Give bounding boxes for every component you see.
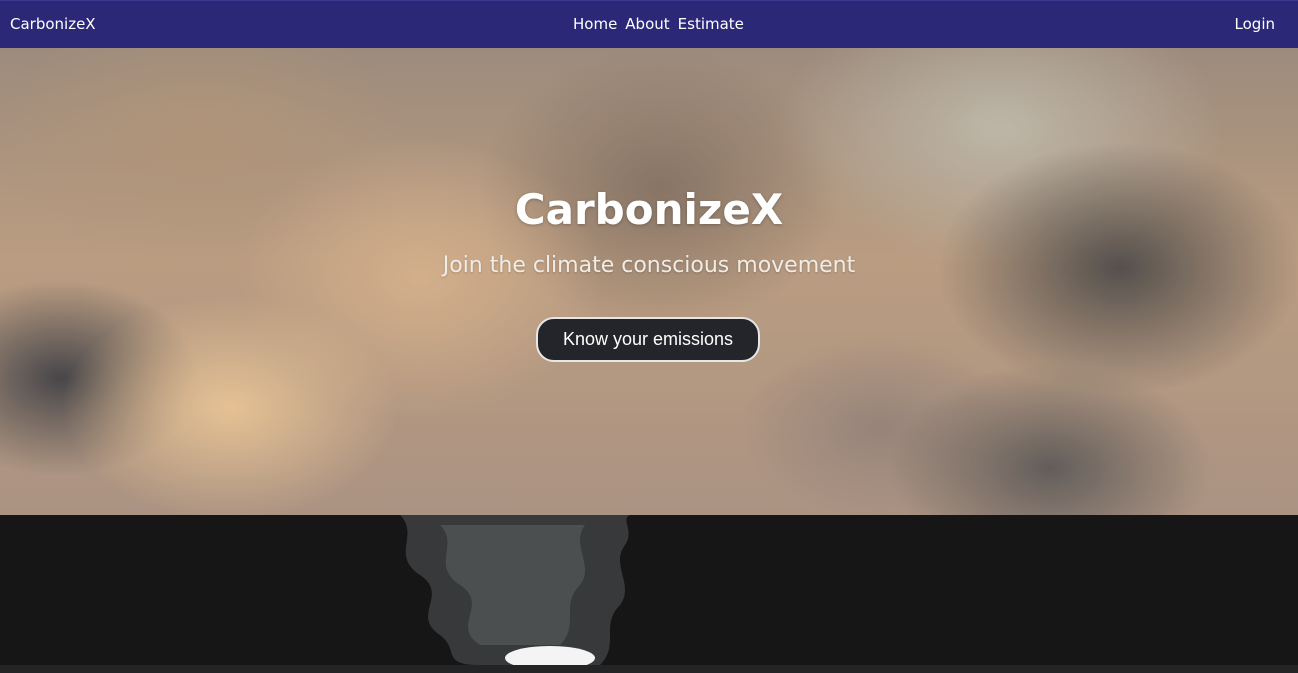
nav-estimate-link[interactable]: Estimate (678, 15, 744, 33)
hero-section: CarbonizeX Join the climate conscious mo… (0, 48, 1298, 515)
hero-title: CarbonizeX (514, 185, 784, 234)
nav-links: Home About Estimate (573, 15, 744, 33)
dark-image-section (0, 515, 1298, 665)
nav-home-link[interactable]: Home (573, 15, 617, 33)
login-link[interactable]: Login (1235, 15, 1275, 33)
nav-about-link[interactable]: About (625, 15, 669, 33)
footer-bar (0, 665, 1298, 673)
hero-subtitle: Join the climate conscious movement (442, 253, 856, 278)
top-navbar: CarbonizeX Home About Estimate Login (0, 0, 1298, 48)
brand-link[interactable]: CarbonizeX (10, 15, 96, 33)
smoke-illustration (400, 515, 630, 665)
hero-background-image (0, 48, 1298, 515)
know-your-emissions-button[interactable]: Know your emissions (536, 317, 760, 362)
